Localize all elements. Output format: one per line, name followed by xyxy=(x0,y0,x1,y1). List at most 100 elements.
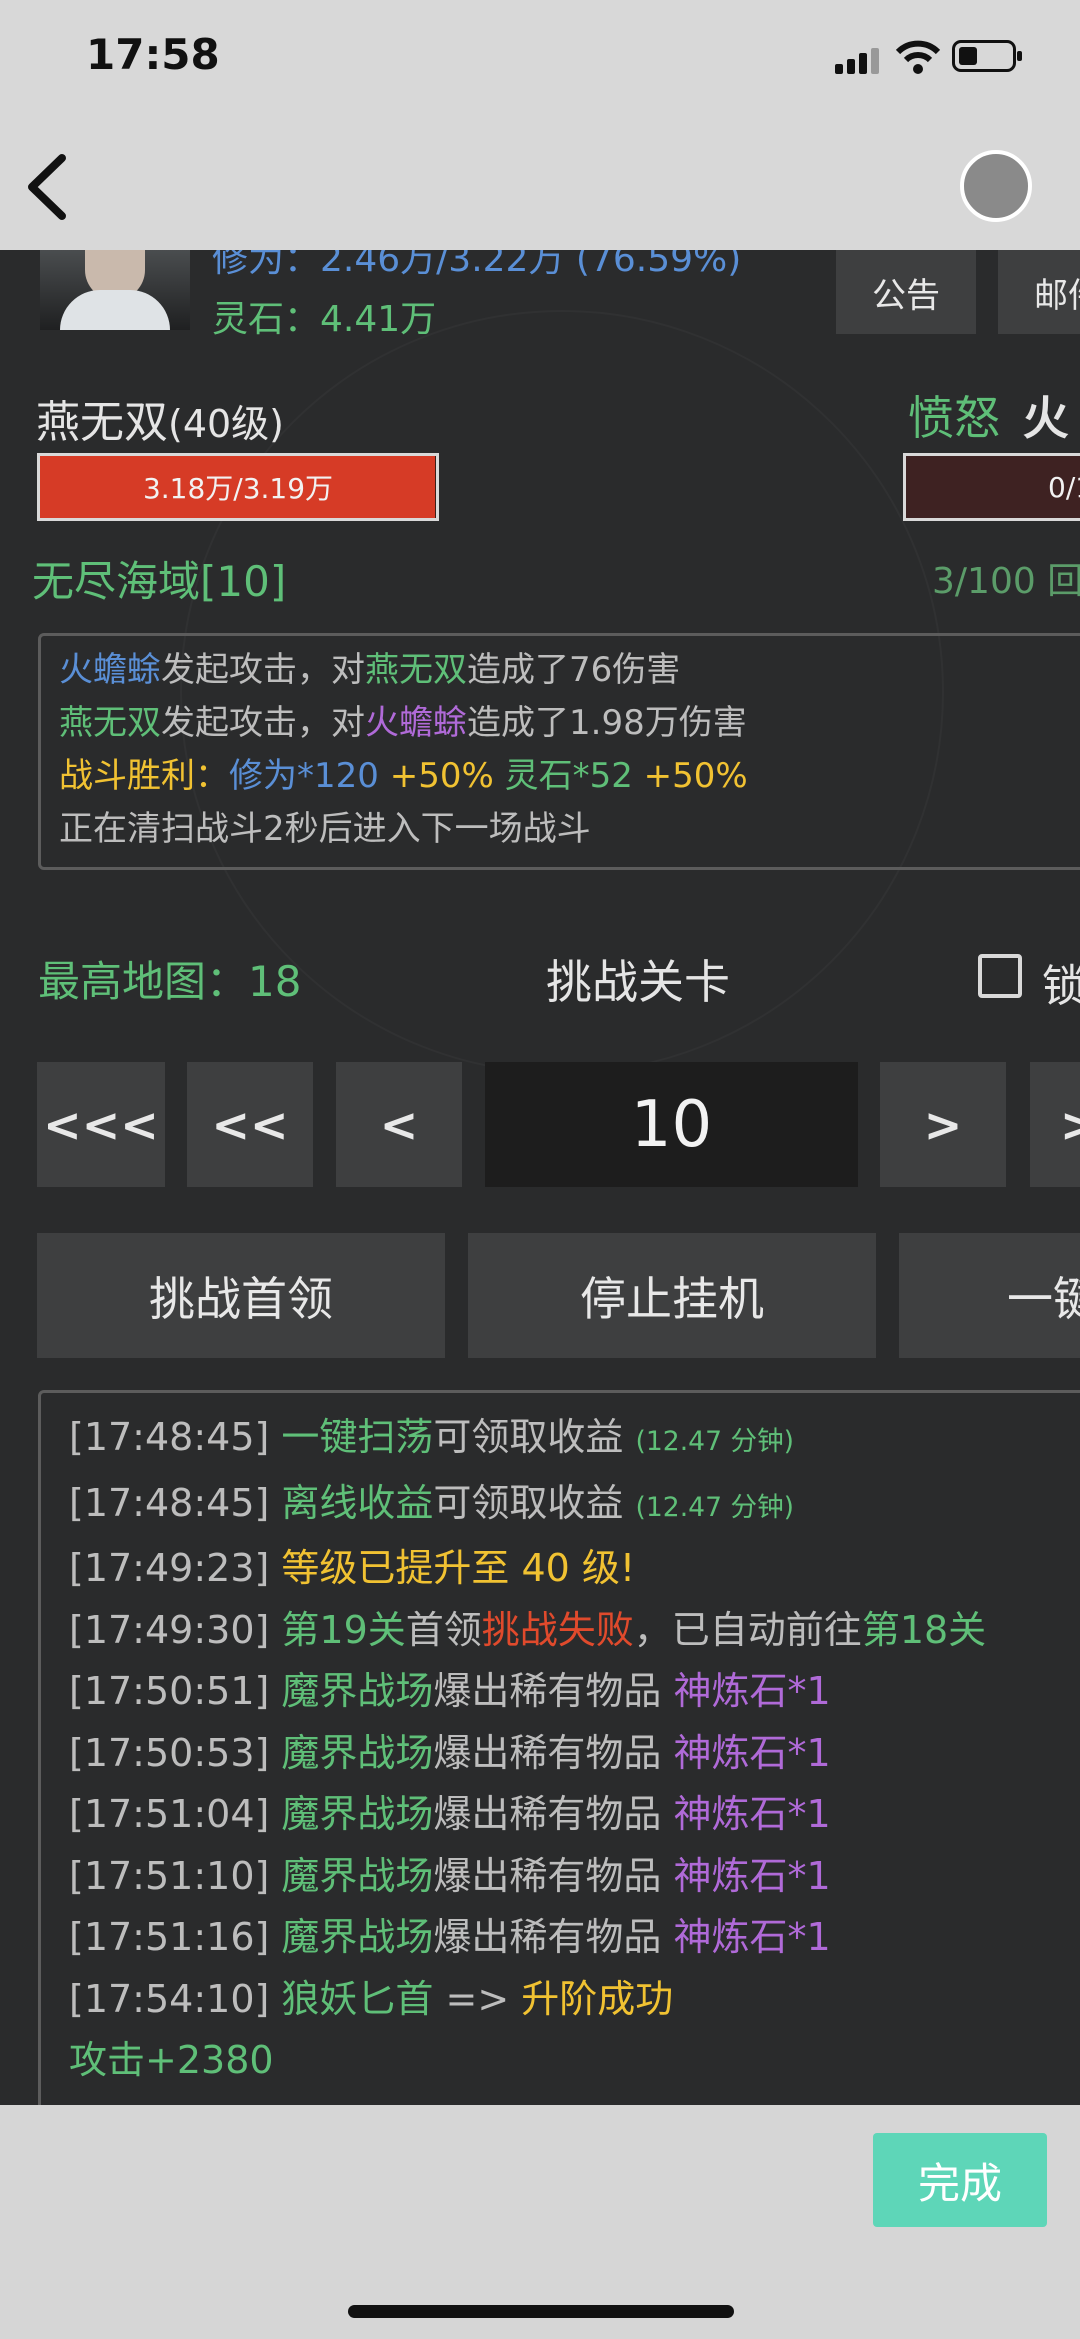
log-segment: 造成了1.98万伤害 xyxy=(467,703,747,743)
log-segment: 爆出稀有物品 xyxy=(433,1915,674,1959)
log-line: [17:48:45] 离线收益可领取收益 (12.47 分钟) xyxy=(69,1473,1080,1539)
log-segment: (12.47 分钟) xyxy=(635,1491,795,1523)
notice-button[interactable]: 公告 xyxy=(836,250,976,334)
rage-label: 愤怒 xyxy=(908,391,1000,445)
game-view: 修为：2.46万/3.22万 (76.59%) 灵石：4.41万 公告 邮件 燕… xyxy=(0,250,1080,2105)
log-line: [17:48:45] 一键扫荡可领取收益 (12.47 分钟) xyxy=(69,1407,1080,1473)
spirit-stone-value: 4.41万 xyxy=(320,299,437,340)
enemy-bar-text: 0/1 xyxy=(1048,470,1080,504)
log-segment: => xyxy=(433,1976,522,2021)
log-segment: 发起攻击，对 xyxy=(161,650,365,690)
player-hp-text: 3.18万/3.19万 xyxy=(142,472,334,505)
log-segment: 神炼石*1 xyxy=(673,1730,831,1775)
log-segment: [17:51:04] xyxy=(69,1792,282,1836)
max-map-label: 最高地图： xyxy=(38,957,249,1006)
log-line: 攻击+2380 xyxy=(69,2030,1080,2092)
log-segment: 第18关 xyxy=(861,1607,987,1652)
system-log: [17:48:45] 一键扫荡可领取收益 (12.47 分钟) [17:48:45… xyxy=(69,1407,1080,2092)
cultivation-stat: 修为：2.46万/3.22万 (76.59%) xyxy=(212,250,741,282)
log-segment: 神炼石*1 xyxy=(673,1853,831,1898)
battery-icon xyxy=(952,40,1022,72)
log-segment: [17:49:30] xyxy=(69,1607,282,1652)
log-line: [17:51:16] 魔界战场爆出稀有物品 神炼石*1 xyxy=(69,1907,1080,1969)
log-segment: 战斗胜利： xyxy=(59,756,229,796)
spirit-stone-label: 灵石： xyxy=(212,299,321,340)
signal-icon xyxy=(835,48,885,74)
cultivation-value: 2.46万/3.22万 (76.59%) xyxy=(320,250,742,280)
log-line: [17:50:53] 魔界战场爆出稀有物品 神炼石*1 xyxy=(69,1723,1080,1785)
last-level-button[interactable]: > xyxy=(1030,1062,1080,1187)
one-key-button[interactable]: 一键 xyxy=(899,1233,1080,1358)
challenge-title: 挑战关卡 xyxy=(546,955,730,1009)
max-map-value: 18 xyxy=(248,957,302,1006)
log-segment: 魔界战场 xyxy=(281,1669,434,1713)
log-segment: [17:50:53] xyxy=(69,1730,282,1775)
player-portrait xyxy=(40,250,190,330)
log-line: 正在清扫战斗2秒后进入下一场战斗 xyxy=(59,803,1080,856)
log-segment: +50% xyxy=(378,756,505,796)
log-segment: 挑战失败 xyxy=(481,1607,634,1652)
log-segment: +50% xyxy=(632,756,748,796)
log-segment: 爆出稀有物品 xyxy=(433,1853,674,1898)
log-segment: 神炼石*1 xyxy=(673,1669,831,1713)
log-segment: 魔界战场 xyxy=(281,1792,434,1836)
back-chevron-icon[interactable] xyxy=(22,152,72,222)
log-line: 火蟾蜍发起攻击，对燕无双造成了76伤害 xyxy=(59,644,1080,697)
battle-log: 火蟾蜍发起攻击，对燕无双造成了76伤害 燕无双发起攻击，对火蟾蜍造成了1.98万伤… xyxy=(59,644,1080,856)
log-segment: 魔界战场 xyxy=(281,1730,434,1775)
log-line: [17:51:04] 魔界战场爆出稀有物品 神炼石*1 xyxy=(69,1784,1080,1846)
log-segment: 神炼石*1 xyxy=(673,1915,831,1959)
log-line: [17:54:10] 狼妖匕首 => 升阶成功 xyxy=(69,1969,1080,2031)
log-segment: 攻击+2380 xyxy=(69,2038,274,2082)
log-segment: 一键扫荡 xyxy=(281,1415,434,1459)
stop-idle-button[interactable]: 停止挂机 xyxy=(468,1233,876,1358)
log-segment: 造成了76伤害 xyxy=(467,650,681,690)
next-level-button[interactable]: > xyxy=(880,1062,1006,1187)
player-hp-bar: 3.18万/3.19万 xyxy=(37,453,439,521)
player-name-text: 燕无双 xyxy=(36,397,168,448)
prev-level-button[interactable]: < xyxy=(336,1062,462,1187)
log-line: [17:49:23] 等级已提升至 40 级! xyxy=(69,1538,1080,1600)
level-input[interactable]: 10 xyxy=(485,1062,858,1187)
wifi-icon xyxy=(896,40,940,74)
log-segment: 神炼石*1 xyxy=(673,1792,831,1836)
log-segment: 等级已提升至 40 级! xyxy=(281,1546,636,1590)
lock-checkbox[interactable] xyxy=(978,954,1022,998)
enemy-name: 火 xyxy=(1022,391,1069,445)
log-segment: 首领 xyxy=(405,1607,482,1652)
log-segment: [17:48:45] xyxy=(69,1480,282,1525)
log-segment: [17:51:16] xyxy=(69,1915,282,1959)
mail-button[interactable]: 邮件 xyxy=(998,250,1080,334)
max-map: 最高地图：18 xyxy=(38,948,301,1009)
status-bar: 17:58 xyxy=(0,0,1080,120)
log-line: [17:50:51] 魔界战场爆出稀有物品 神炼石*1 xyxy=(69,1661,1080,1723)
log-line: 燕无双发起攻击，对火蟾蜍造成了1.98万伤害 xyxy=(59,697,1080,750)
log-segment: 发起攻击，对 xyxy=(161,703,365,743)
log-segment: [17:48:45] xyxy=(69,1415,282,1459)
cultivation-label: 修为： xyxy=(212,250,321,280)
avatar-button[interactable] xyxy=(960,150,1032,222)
home-indicator[interactable] xyxy=(348,2305,734,2318)
log-segment: 升阶成功 xyxy=(521,1976,674,2021)
log-segment: 火蟾蜍 xyxy=(59,650,161,690)
map-name: 无尽海域[10] xyxy=(32,557,287,606)
log-line: [17:51:10] 魔界战场爆出稀有物品 神炼石*1 xyxy=(69,1846,1080,1908)
player-level: (40级) xyxy=(168,402,285,446)
log-segment: 离线收益 xyxy=(281,1480,434,1525)
log-segment: 燕无双 xyxy=(59,703,161,743)
enemy-header: 愤怒 火 xyxy=(908,382,1069,448)
challenge-boss-button[interactable]: 挑战首领 xyxy=(37,1233,445,1358)
player-name: 燕无双(40级) xyxy=(36,386,284,450)
log-segment: 可领取收益 xyxy=(433,1415,636,1459)
map-progress: 3/100 回 xyxy=(932,561,1080,602)
done-button[interactable]: 完成 xyxy=(873,2133,1047,2227)
log-segment: ，已自动前往 xyxy=(633,1607,862,1652)
log-segment: 修为*120 xyxy=(229,756,379,796)
prev-ten-button[interactable]: << xyxy=(187,1062,313,1187)
log-segment: 燕无双 xyxy=(365,650,467,690)
log-segment: [17:49:23] xyxy=(69,1546,282,1590)
first-level-button[interactable]: <<< xyxy=(37,1062,165,1187)
log-segment: 魔界战场 xyxy=(281,1915,434,1959)
log-segment: 魔界战场 xyxy=(281,1853,434,1898)
lock-label: 锁 xyxy=(1042,961,1080,1012)
